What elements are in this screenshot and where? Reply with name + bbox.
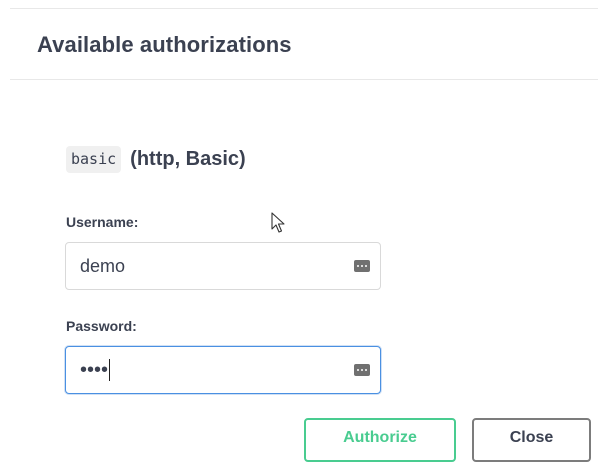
authorize-button[interactable]: Authorize [304,418,456,462]
username-label: Username: [66,214,139,230]
password-manager-icon[interactable] [354,260,370,272]
password-manager-icon[interactable] [354,364,370,376]
modal-header: Available authorizations [10,9,598,80]
scheme-name: basic [66,145,122,173]
password-value: •••• [80,358,109,381]
text-caret [109,359,111,381]
mouse-pointer-icon [271,212,285,233]
password-label: Password: [66,318,137,334]
password-input[interactable]: •••• [65,346,381,394]
scheme-type: (http, Basic) [130,147,246,170]
username-value: demo [80,255,126,276]
username-input[interactable]: demo [65,242,381,290]
auth-scheme-heading: basic (http, Basic) [66,142,246,176]
modal-title: Available authorizations [37,32,292,57]
close-button[interactable]: Close [472,418,591,462]
